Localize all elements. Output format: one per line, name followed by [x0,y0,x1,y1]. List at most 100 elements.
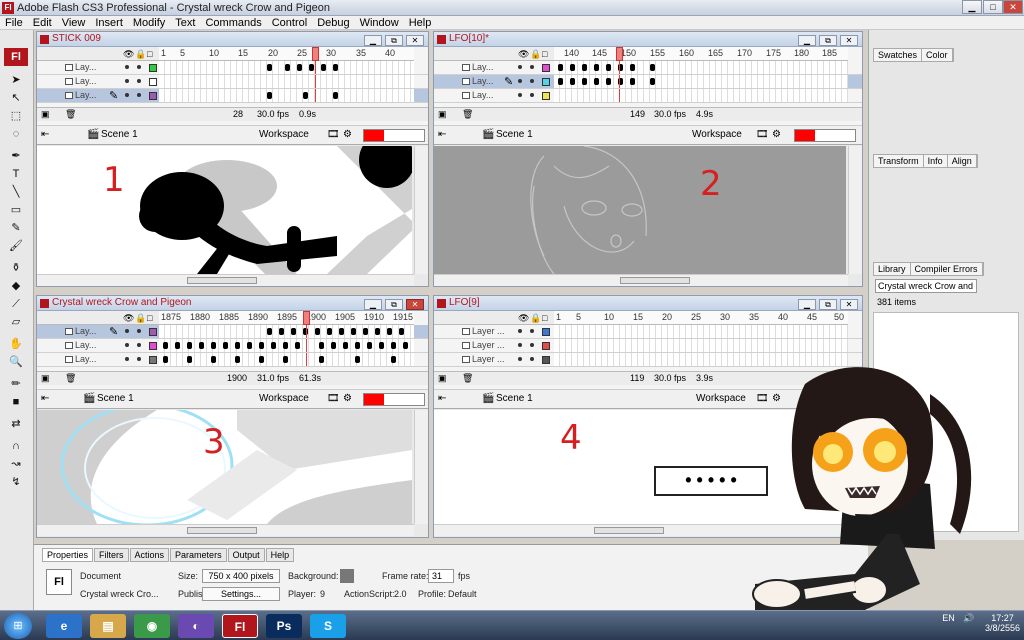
internet-explorer-icon[interactable]: e [46,614,82,638]
size-button[interactable]: 750 x 400 pixels [202,569,280,583]
zoom-dropdown[interactable] [363,393,425,406]
file-explorer-icon[interactable]: ▤ [90,614,126,638]
lock-icon[interactable]: 🔒 [135,49,146,60]
menu-insert[interactable]: Insert [90,16,128,30]
tab-color[interactable]: Color [922,49,953,61]
layer-color-swatch[interactable] [149,64,157,72]
frame-ruler[interactable]: 140 145 150 155 160 165 170 175 180 185 [554,47,848,61]
photoshop-icon[interactable]: Ps [266,614,302,638]
stage-canvas[interactable]: 3 [37,410,412,524]
add-layer-icon[interactable]: ▣ [438,373,447,384]
add-layer-icon[interactable]: ▣ [41,373,50,384]
smooth-icon[interactable]: ↝ [6,456,26,472]
text-tool-icon[interactable]: T [6,166,26,182]
doc-restore-button[interactable]: ⧉ [385,35,403,46]
edit-symbol-icon[interactable]: ⚙ [343,129,352,140]
chrome-icon[interactable]: ◉ [134,614,170,638]
layer-row[interactable]: Lay... [37,353,428,367]
tab-info[interactable]: Info [923,155,948,167]
frame-ruler[interactable]: 1 5 10 15 20 25 30 35 40 45 50 [554,311,848,325]
layer-color-swatch[interactable] [542,356,550,364]
doc-restore-button[interactable]: ⧉ [819,35,837,46]
paint-bucket-tool-icon[interactable]: ◆ [6,278,26,294]
publish-settings-button[interactable]: Settings... [202,587,280,601]
horizontal-scrollbar[interactable] [434,274,848,286]
lock-icon[interactable]: 🔒 [530,313,541,324]
zoom-dropdown[interactable] [794,129,856,142]
zoom-tool-icon[interactable]: 🔍 [6,354,26,370]
minimize-button[interactable]: ▁ [962,0,982,14]
tab-compiler-errors[interactable]: Compiler Errors [910,263,983,275]
close-button[interactable]: ✕ [1003,0,1023,14]
back-icon[interactable]: ⇤ [41,393,49,404]
doc-close-button[interactable]: ✕ [406,299,424,310]
scene-label[interactable]: Scene 1 [97,393,134,404]
eyedropper-tool-icon[interactable]: ⟋ [6,296,26,312]
frame-ruler[interactable]: 1 5 10 15 20 25 30 35 40 [159,47,414,61]
add-layer-icon[interactable]: ▣ [41,109,50,120]
doc-minimize-button[interactable]: ▁ [798,299,816,310]
frame-ruler[interactable]: 1875 1880 1885 1890 1895 1900 1905 1910 1915 [159,311,414,325]
brush-tool-icon[interactable]: 🖌 [6,238,26,254]
menu-text[interactable]: Text [170,16,200,30]
layer-color-swatch[interactable] [542,342,550,350]
stage-canvas[interactable]: 2 [434,146,846,274]
straighten-icon[interactable]: ↯ [6,474,26,490]
add-layer-icon[interactable]: ▣ [438,109,447,120]
playhead[interactable] [303,311,310,325]
doc-close-button[interactable]: ✕ [840,35,858,46]
layer-color-swatch[interactable] [149,78,157,86]
layer-color-swatch[interactable] [149,328,157,336]
library-document-dropdown[interactable]: Crystal wreck Crow and Pi [875,279,977,293]
layer-row[interactable]: Layer ... [434,325,862,339]
layer-row-selected[interactable]: Lay... ✎ [37,89,428,103]
layer-row[interactable]: Lay... [434,89,862,103]
eye-icon[interactable]: 👁 [123,49,134,60]
playhead[interactable] [312,47,319,61]
layer-color-swatch[interactable] [542,78,550,86]
line-tool-icon[interactable]: ╲ [6,184,26,200]
vertical-scrollbar[interactable] [414,410,428,524]
scene-label[interactable]: Scene 1 [101,129,138,140]
edit-scene-icon[interactable]: 🎞 [756,129,769,140]
edit-symbol-icon[interactable]: ⚙ [772,129,781,140]
workspace-dropdown[interactable]: Workspace [259,129,309,140]
back-icon[interactable]: ⇤ [438,129,446,140]
tab-swatches[interactable]: Swatches [874,49,923,61]
tab-library[interactable]: Library [874,263,911,275]
tab-filters[interactable]: Filters [94,548,129,562]
menu-control[interactable]: Control [267,16,312,30]
eye-icon[interactable]: 👁 [123,313,134,324]
tab-actions[interactable]: Actions [129,548,170,562]
background-color-picker[interactable] [340,569,354,583]
layer-color-swatch[interactable] [149,342,157,350]
layer-row-selected[interactable]: Lay... ✎ [434,75,862,89]
tab-output[interactable]: Output [227,548,265,562]
layer-row[interactable]: Layer ... [434,339,862,353]
delete-layer-icon[interactable]: 🗑 [462,109,473,120]
pencil-tool-icon[interactable]: ✎ [6,220,26,236]
layer-color-swatch[interactable] [542,92,550,100]
doc-close-button[interactable]: ✕ [840,299,858,310]
layer-color-swatch[interactable] [542,64,550,72]
maximize-button[interactable]: □ [983,0,1003,14]
zoom-dropdown[interactable] [363,129,425,142]
lock-icon[interactable]: 🔒 [135,313,146,324]
menu-edit[interactable]: Edit [28,16,57,30]
lock-icon[interactable]: 🔒 [530,49,541,60]
delete-layer-icon[interactable]: 🗑 [65,109,76,120]
layer-row[interactable]: Lay... [37,339,428,353]
tab-properties[interactable]: Properties [42,548,94,562]
eye-icon[interactable]: 👁 [518,313,529,324]
swap-colors-icon[interactable]: ⇄ [6,416,26,432]
tab-transform[interactable]: Transform [874,155,924,167]
workspace-dropdown[interactable]: Workspace [259,393,309,404]
menu-help[interactable]: Help [404,16,437,30]
eye-icon[interactable]: 👁 [518,49,529,60]
stroke-color-icon[interactable]: ✏ [6,376,26,392]
frame-rate-input[interactable]: 31 [428,569,454,583]
edit-scene-icon[interactable]: 🎞 [327,393,340,404]
playhead[interactable] [616,47,623,61]
outline-icon[interactable]: □ [542,313,547,323]
selection-tool-icon[interactable]: ➤ [6,72,26,88]
